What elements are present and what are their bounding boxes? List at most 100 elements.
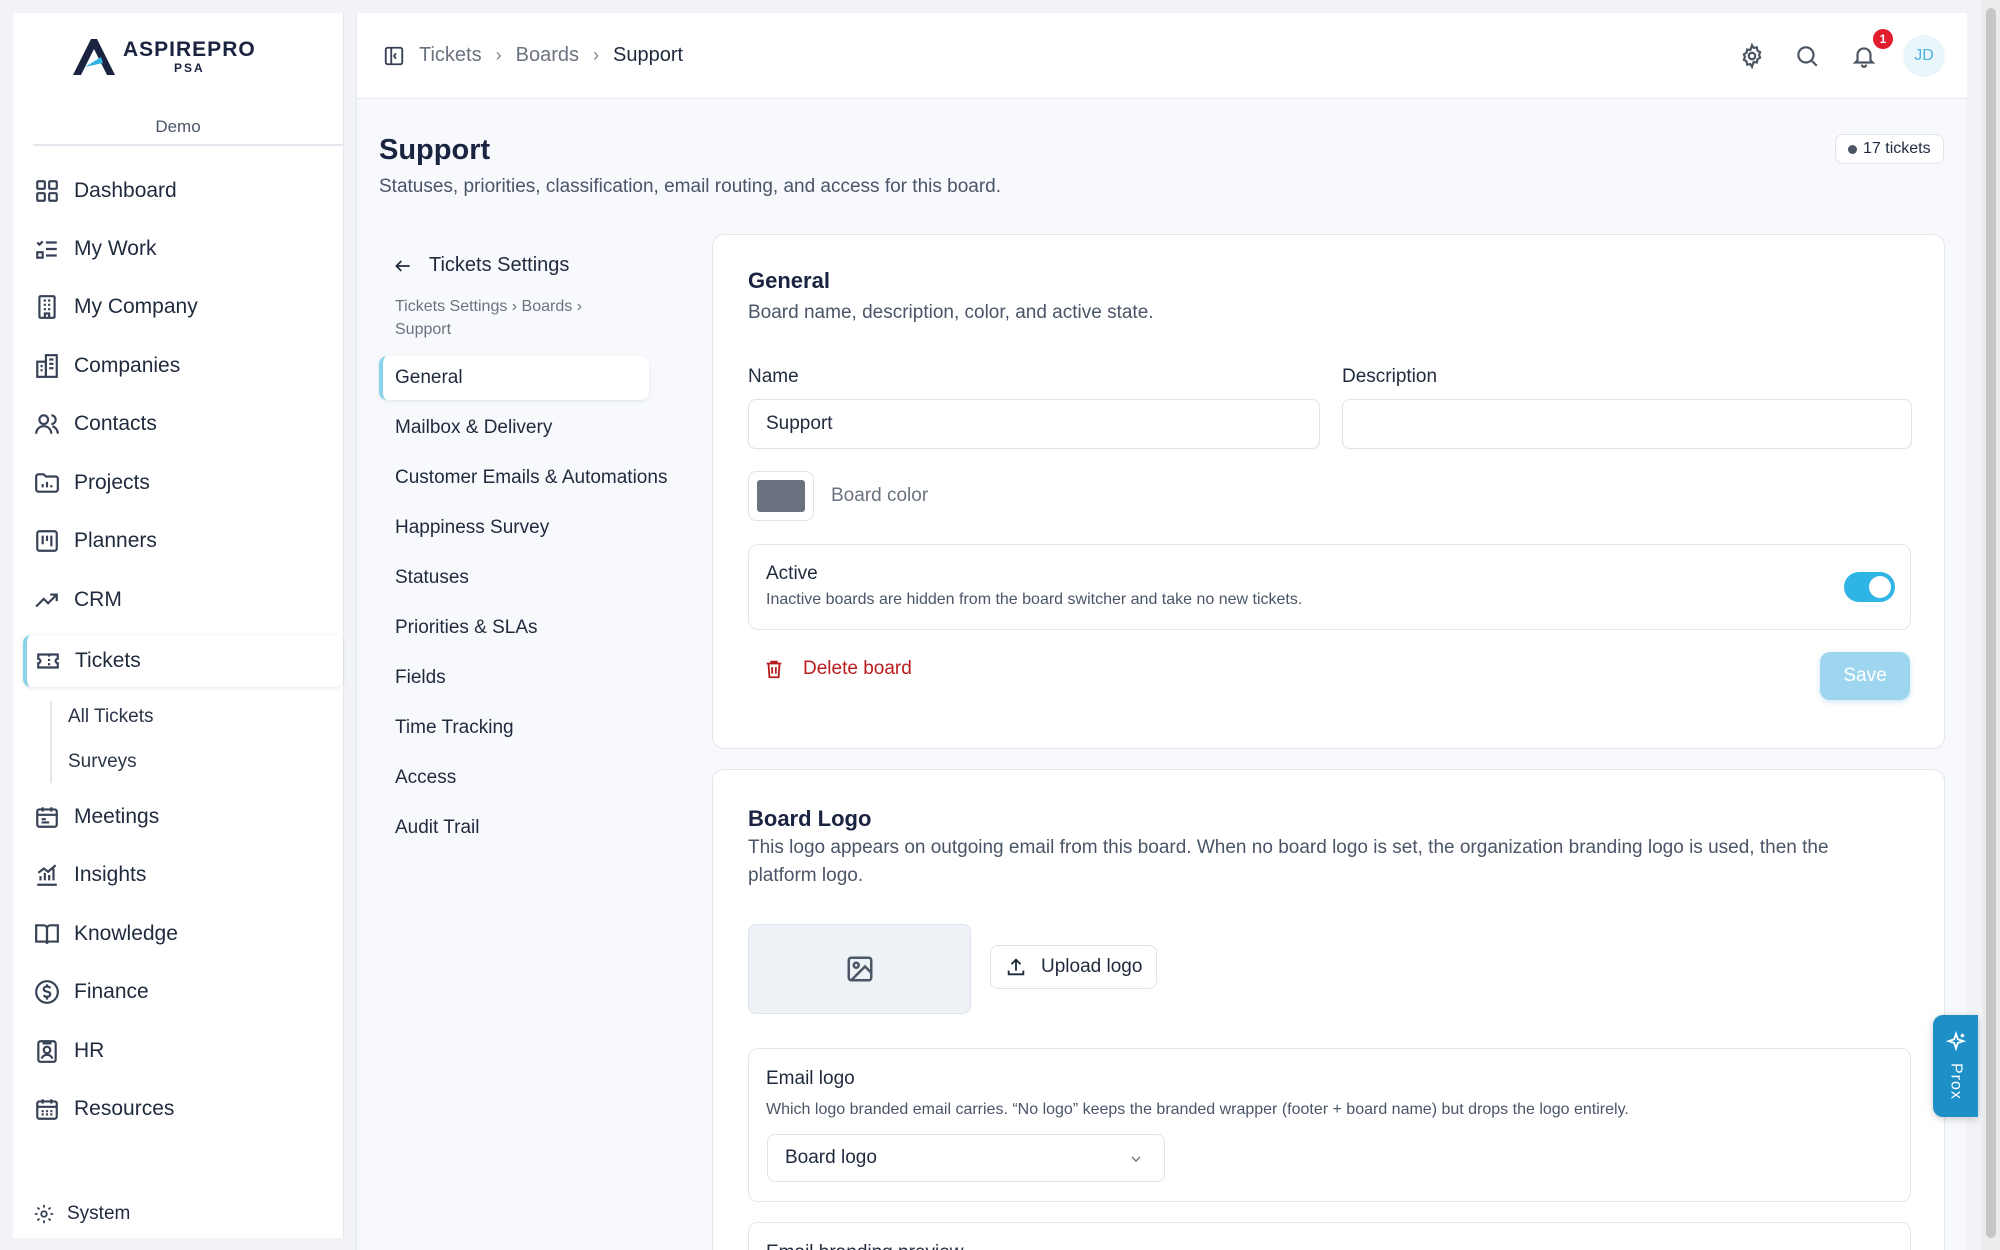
name-label: Name — [748, 366, 799, 387]
description-label: Description — [1342, 366, 1438, 387]
settings-nav-general[interactable]: General — [395, 367, 463, 389]
board-color-picker[interactable] — [748, 471, 814, 521]
delete-board-label: Delete board — [803, 658, 912, 679]
active-setting: Active Inactive boards are hidden from t… — [748, 544, 1911, 630]
brand-logo[interactable]: ASPIREPRO PSA — [71, 35, 256, 77]
sidebar-item-label: CRM — [74, 588, 122, 611]
gear-icon — [34, 1204, 54, 1224]
bell-icon[interactable] — [1851, 43, 1877, 69]
sidebar-item-label: Planners — [74, 529, 157, 552]
sidebar-item-planners[interactable]: Planners — [22, 515, 342, 567]
grid-icon — [36, 180, 58, 202]
settings-nav-time-tracking[interactable]: Time Tracking — [395, 717, 514, 739]
sidebar: ASPIREPRO PSA Demo Dashboard My Work My … — [13, 13, 344, 1238]
building-icon — [38, 295, 56, 319]
settings-nav-customer-emails[interactable]: Customer Emails & Automations — [395, 467, 667, 489]
active-title: Active — [766, 563, 818, 584]
sidebar-item-label: Dashboard — [74, 179, 177, 202]
calendar-icon — [36, 807, 58, 828]
list-check-icon — [36, 240, 57, 259]
settings-gear-icon[interactable] — [1739, 43, 1765, 69]
prox-label: Prox — [1947, 1063, 1965, 1100]
email-logo-description: Which logo branded email carries. “No lo… — [766, 1101, 1629, 1118]
sidebar-item-crm[interactable]: CRM — [22, 574, 342, 626]
dollar-circle-icon — [35, 980, 59, 1004]
chevron-down-icon — [1131, 1156, 1141, 1162]
sidebar-item-resources[interactable]: Resources — [22, 1083, 342, 1135]
sidebar-item-dashboard[interactable]: Dashboard — [22, 165, 342, 217]
settings-nav-mailbox[interactable]: Mailbox & Delivery — [395, 417, 552, 439]
sidebar-item-label: Knowledge — [74, 922, 178, 945]
trend-up-icon — [35, 593, 58, 608]
sidebar-item-projects[interactable]: Projects — [22, 457, 342, 509]
board-color-label: Board color — [831, 485, 929, 506]
sidebar-item-label: My Work — [74, 237, 157, 260]
settings-nav-happiness-survey[interactable]: Happiness Survey — [395, 517, 549, 539]
sidebar-item-system[interactable]: System — [33, 1203, 130, 1225]
avatar[interactable]: JD — [1903, 35, 1945, 77]
general-card: General Board name, description, color, … — [712, 234, 1945, 749]
preview-title: Email branding preview — [766, 1242, 964, 1250]
chevron-right-icon: › — [592, 45, 599, 65]
sidebar-item-label: My Company — [74, 295, 198, 318]
sidebar-item-tickets[interactable]: Tickets — [23, 635, 343, 687]
users-icon — [35, 414, 59, 434]
page-subtitle: Statuses, priorities, classification, em… — [379, 176, 1002, 197]
settings-nav-access[interactable]: Access — [395, 767, 456, 789]
sidebar-divider — [33, 144, 344, 146]
toggle-knob — [1869, 576, 1891, 598]
prox-assistant-tab[interactable]: Prox — [1933, 1015, 1978, 1117]
settings-nav-audit-trail[interactable]: Audit Trail — [395, 817, 479, 839]
buildings-icon — [36, 354, 58, 378]
board-logo-card: Board Logo This logo appears on outgoing… — [712, 769, 1945, 1250]
sidebar-item-knowledge[interactable]: Knowledge — [22, 908, 342, 960]
save-button[interactable]: Save — [1820, 652, 1910, 700]
org-name[interactable]: Demo — [13, 117, 343, 137]
sidebar-item-my-company[interactable]: My Company — [22, 281, 342, 333]
chevron-right-icon: › — [495, 45, 502, 65]
sidebar-item-label: Finance — [74, 980, 149, 1003]
sidebar-item-my-work[interactable]: My Work — [22, 223, 342, 275]
sidebar-item-contacts[interactable]: Contacts — [22, 398, 342, 450]
ticket-icon — [37, 653, 59, 669]
kanban-icon — [36, 530, 58, 552]
settings-nav-fields[interactable]: Fields — [395, 667, 446, 689]
sidebar-item-label: Contacts — [74, 412, 157, 435]
sidebar-subitem-all-tickets[interactable]: All Tickets — [68, 706, 154, 728]
breadcrumb-tickets[interactable]: Tickets — [419, 44, 482, 67]
search-icon[interactable] — [1794, 43, 1820, 69]
description-input[interactable] — [1342, 399, 1912, 449]
sidebar-item-label: Companies — [74, 354, 181, 377]
general-title: General — [748, 268, 830, 293]
arrow-left-icon — [395, 259, 410, 272]
delete-board-button[interactable]: Delete board — [763, 658, 912, 680]
sidebar-toggle-icon[interactable] — [383, 45, 405, 67]
settings-nav-statuses[interactable]: Statuses — [395, 567, 469, 589]
sidebar-item-finance[interactable]: Finance — [22, 966, 342, 1018]
active-toggle[interactable] — [1844, 572, 1895, 602]
back-to-settings[interactable]: Tickets Settings — [393, 254, 569, 277]
scrollbar-thumb[interactable] — [1986, 8, 1996, 1238]
brand-name: ASPIREPRO — [123, 37, 256, 61]
sub-nav-rail — [50, 701, 52, 783]
name-input[interactable]: Support — [748, 399, 1320, 449]
sidebar-item-companies[interactable]: Companies — [22, 340, 342, 392]
brand-mark-icon — [73, 39, 115, 75]
sidebar-item-hr[interactable]: HR — [22, 1025, 342, 1077]
email-logo-select[interactable]: Board logo — [767, 1134, 1165, 1182]
sidebar-item-meetings[interactable]: Meetings — [22, 791, 342, 843]
calendar-grid-icon — [36, 1099, 58, 1120]
book-icon — [35, 924, 59, 944]
main-area: Tickets › Boards › Support 1 JD Support … — [356, 13, 1967, 1250]
breadcrumb-boards[interactable]: Boards — [516, 44, 579, 67]
sidebar-item-label: Insights — [74, 863, 147, 886]
ticket-count-label: 17 tickets — [1863, 140, 1931, 157]
breadcrumb-current: Support — [612, 44, 684, 66]
sidebar-item-insights[interactable]: Insights — [22, 849, 342, 901]
settings-nav-priorities[interactable]: Priorities & SLAs — [395, 617, 538, 639]
logo-drop-area[interactable] — [748, 924, 971, 1014]
sidebar-item-label: Tickets — [75, 649, 141, 672]
upload-logo-button[interactable]: Upload logo — [990, 945, 1158, 989]
sidebar-subitem-surveys[interactable]: Surveys — [68, 751, 137, 773]
bar-chart-icon — [37, 864, 57, 886]
